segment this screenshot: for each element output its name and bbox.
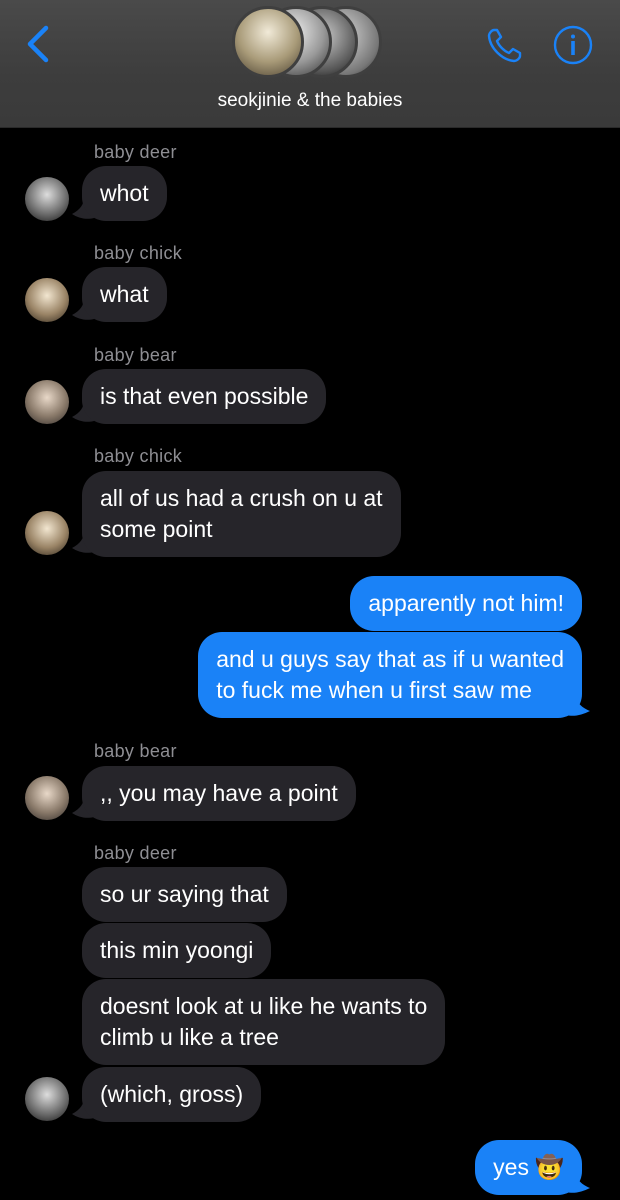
chat-header: seokjinie & the babies (0, 0, 620, 128)
avatar[interactable] (25, 511, 69, 555)
message-bubble[interactable]: is that even possible (82, 369, 327, 424)
message-line: some point (100, 516, 213, 542)
message-bubble-outgoing[interactable]: and u guys say that as if u wanted to fu… (198, 632, 582, 718)
sender-name: baby deer (94, 843, 177, 863)
message-text: yes (493, 1154, 529, 1180)
message-bubble[interactable]: (which, gross) (82, 1067, 262, 1122)
message-line: to fuck me when u first saw me (216, 677, 532, 703)
sender-name: baby deer (94, 142, 177, 162)
avatar[interactable] (25, 1077, 69, 1121)
avatar[interactable] (25, 380, 69, 424)
message-bubble[interactable]: what (82, 267, 167, 322)
back-button[interactable] (20, 22, 56, 66)
message-bubble[interactable]: so ur saying that (82, 867, 287, 922)
sender-name: baby bear (94, 345, 177, 365)
message-bubble-outgoing[interactable]: yes 🤠 (475, 1140, 582, 1195)
conversation-title[interactable]: seokjinie & the babies (0, 90, 620, 112)
chevron-left-icon (27, 25, 49, 63)
info-button[interactable] (552, 24, 594, 66)
message-bubble[interactable]: doesnt look at u like he wants to climb … (82, 979, 446, 1065)
info-icon (553, 25, 593, 65)
message-bubble[interactable]: whot (82, 166, 167, 221)
sender-name: baby bear (94, 741, 177, 761)
phone-icon (487, 28, 522, 63)
message-line: doesnt look at u like he wants to (100, 993, 428, 1019)
message-line: climb u like a tree (100, 1024, 279, 1050)
cowboy-emoji: 🤠 (535, 1154, 564, 1180)
message-bubble[interactable]: ,, you may have a point (82, 766, 356, 821)
call-button[interactable] (484, 24, 526, 66)
avatar[interactable] (25, 177, 69, 221)
message-line: and u guys say that as if u wanted (216, 646, 564, 672)
sender-name: baby chick (94, 243, 183, 263)
group-member-avatar (232, 6, 304, 78)
avatar[interactable] (25, 278, 69, 322)
message-line: all of us had a crush on u at (100, 485, 383, 511)
message-bubble[interactable]: all of us had a crush on u at some point (82, 471, 401, 557)
sender-name: baby chick (94, 446, 183, 466)
avatar[interactable] (25, 776, 69, 820)
message-bubble[interactable]: this min yoongi (82, 923, 272, 978)
message-bubble-outgoing[interactable]: apparently not him! (350, 576, 582, 631)
group-avatar-stack[interactable] (232, 6, 392, 80)
